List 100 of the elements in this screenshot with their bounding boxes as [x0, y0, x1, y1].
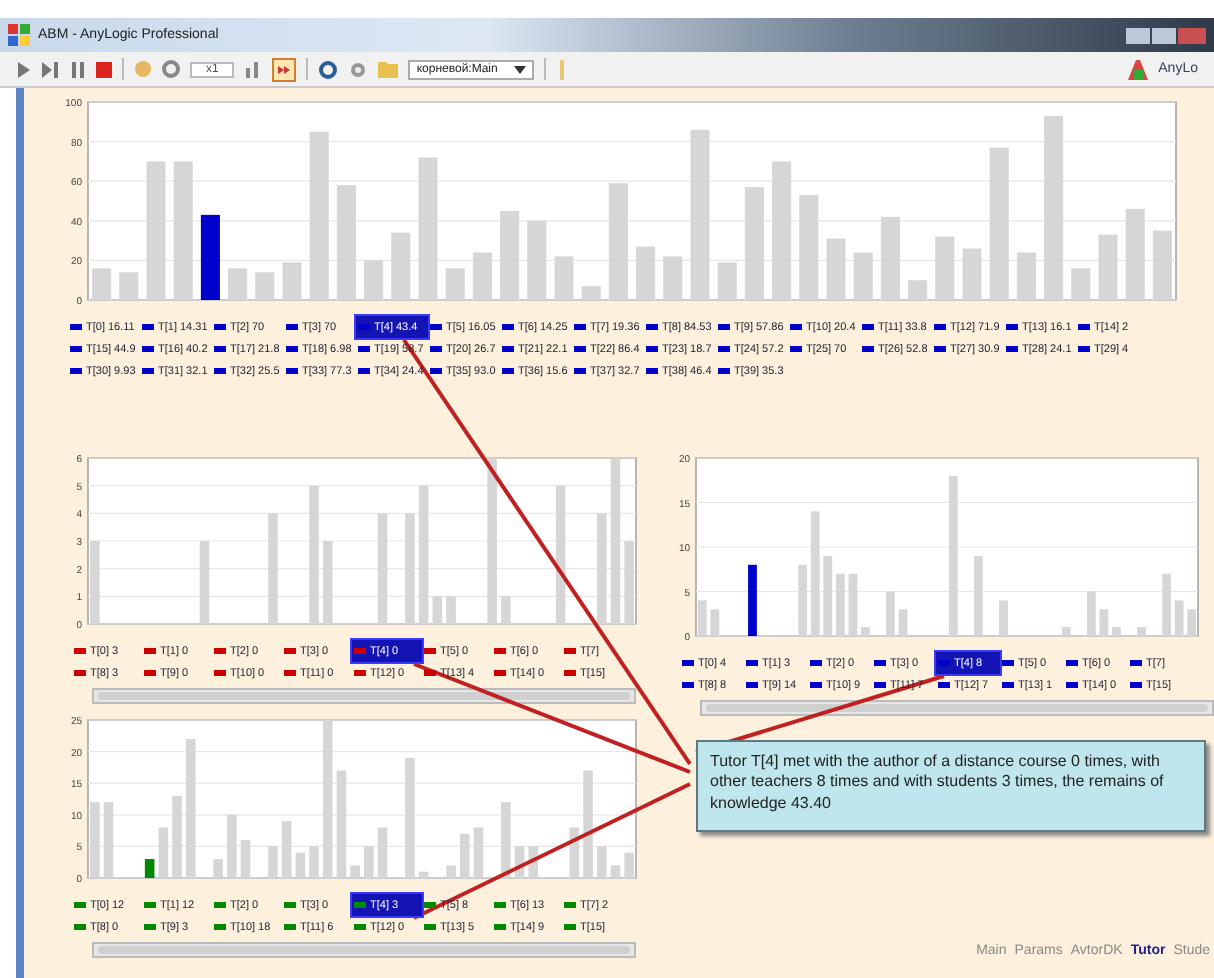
bar [309, 485, 319, 624]
bar [935, 236, 955, 300]
bar [697, 600, 707, 636]
bar [527, 220, 547, 300]
bar [826, 238, 846, 300]
bar [295, 852, 306, 878]
gear-icon[interactable] [162, 60, 180, 78]
bar [90, 802, 100, 878]
bar [158, 827, 169, 878]
bar [554, 256, 574, 300]
bar [710, 609, 720, 636]
bar [282, 262, 302, 300]
bar [500, 210, 520, 300]
bar [1162, 573, 1171, 636]
bar [268, 513, 278, 624]
bar [103, 802, 114, 878]
bar [1137, 627, 1146, 636]
bar [974, 555, 983, 636]
bar [624, 852, 634, 878]
bar [364, 260, 384, 300]
bar [432, 596, 443, 624]
bar [799, 195, 819, 300]
bar [861, 627, 870, 636]
bar [886, 591, 895, 636]
bar [459, 833, 470, 878]
bar [228, 268, 248, 300]
logo-icon [1128, 59, 1149, 79]
bar [636, 246, 656, 300]
bar [144, 859, 155, 878]
bar [418, 871, 429, 878]
bar [501, 802, 511, 878]
bar [418, 157, 438, 300]
chart-icon[interactable] [244, 60, 263, 78]
bar [446, 596, 456, 624]
bar [227, 814, 237, 878]
bar [1174, 600, 1184, 636]
bar [172, 795, 182, 878]
caret-icon [513, 65, 526, 73]
bar [309, 846, 319, 878]
bar [610, 865, 621, 878]
bar [555, 485, 566, 624]
bar [213, 859, 223, 878]
bar [1071, 268, 1091, 300]
bar [514, 846, 525, 878]
bar [281, 821, 292, 878]
horizontal-scrollbar[interactable] [700, 700, 1214, 716]
bar [473, 827, 484, 878]
bar [1187, 609, 1197, 636]
bar [999, 600, 1008, 636]
bar [898, 609, 908, 636]
bar [446, 865, 456, 878]
app-icon [8, 24, 30, 46]
settings-icon[interactable] [348, 59, 369, 79]
bar [1112, 627, 1121, 636]
bar [377, 513, 388, 624]
bar [908, 280, 928, 300]
bar [596, 846, 607, 878]
bar [92, 268, 112, 300]
bar [255, 272, 275, 300]
bar [405, 757, 415, 878]
bar [501, 596, 511, 624]
bar [848, 573, 858, 636]
horizontal-scrollbar[interactable] [92, 942, 636, 958]
bar [418, 485, 429, 624]
bar [405, 513, 415, 624]
stop-icon[interactable] [96, 61, 112, 77]
bar [119, 272, 139, 300]
window-controls-icon[interactable] [1126, 25, 1206, 45]
bar [240, 840, 251, 878]
step-icon[interactable] [42, 61, 60, 77]
bar [391, 232, 411, 300]
bar [364, 846, 374, 878]
bar [199, 541, 210, 624]
bar [596, 513, 607, 624]
horizontal-scrollbar[interactable] [92, 688, 636, 704]
bar [1098, 234, 1118, 300]
refresh-icon[interactable] [318, 59, 339, 79]
bar [336, 770, 347, 878]
bar [1061, 627, 1071, 636]
pause-icon[interactable] [70, 61, 86, 77]
bar [569, 827, 580, 878]
bar [772, 161, 792, 300]
play-icon[interactable] [16, 61, 32, 77]
bar [322, 541, 333, 624]
bar [1086, 591, 1096, 636]
bar [1099, 609, 1109, 636]
bar [90, 541, 100, 624]
bar [528, 846, 539, 878]
bar [268, 846, 278, 878]
bar [146, 161, 166, 300]
bar [663, 256, 683, 300]
bar [962, 248, 982, 300]
bar [185, 738, 196, 878]
bar [350, 865, 360, 878]
bar [748, 564, 757, 636]
realtime-icon[interactable] [272, 57, 297, 81]
bar [583, 770, 593, 878]
bar [377, 827, 388, 878]
bar [624, 541, 634, 624]
tooltip: Tutor T[4] met with the author of a distance course 0 times, with other teachers 8 times and with students 3 times, the remains of knowledge 43.40 [696, 740, 1206, 833]
